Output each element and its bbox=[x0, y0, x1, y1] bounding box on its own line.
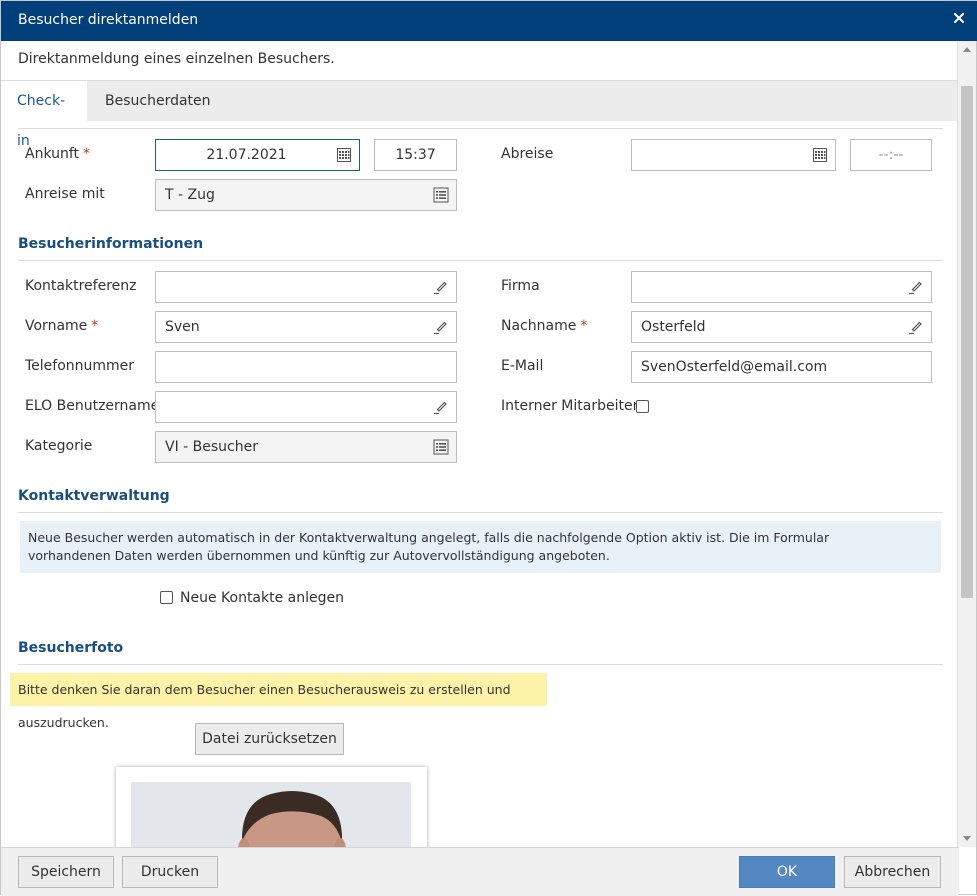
visitor-photo-image bbox=[131, 782, 411, 847]
dialog-subtitle: Direktanmeldung eines einzelnen Besucher… bbox=[18, 51, 335, 67]
contact-ref-field[interactable] bbox=[155, 271, 457, 303]
company-field[interactable] bbox=[631, 271, 932, 303]
departure-time-field[interactable]: --:-- bbox=[850, 139, 932, 171]
visitor-photo[interactable] bbox=[131, 782, 411, 847]
pencil-icon[interactable] bbox=[433, 279, 449, 295]
calendar-icon[interactable] bbox=[812, 147, 828, 163]
visitor-checkin-dialog: Besucher direktanmelden Direktanmeldung … bbox=[0, 0, 977, 896]
badge-reminder-warning: Bitte denken Sie daran dem Besucher eine… bbox=[10, 673, 547, 730]
section-title-visitor-info: Besucherinformationen bbox=[18, 236, 204, 252]
pencil-icon[interactable] bbox=[908, 279, 924, 295]
create-contacts-label[interactable]: Neue Kontakte anlegen bbox=[180, 590, 344, 606]
email-label: E-Mail bbox=[501, 358, 544, 374]
tab-visitor-data[interactable]: Besucherdaten bbox=[89, 81, 227, 122]
scrollbar-thumb[interactable] bbox=[961, 86, 973, 598]
phone-label: Telefonnummer bbox=[25, 358, 135, 374]
travel-label: Anreise mit bbox=[25, 186, 105, 202]
lastname-label: Nachname * bbox=[501, 318, 588, 334]
reset-file-button[interactable]: Datei zurücksetzen bbox=[195, 723, 344, 755]
info-text-line: vorhandenen Daten werden übernommen und … bbox=[28, 548, 610, 563]
create-contacts-checkbox[interactable] bbox=[160, 591, 173, 604]
print-button[interactable]: Drucken bbox=[122, 856, 218, 888]
info-text-line: Neue Besucher werden automatisch in der … bbox=[28, 530, 830, 545]
travel-value: T - Zug bbox=[165, 187, 215, 203]
list-icon[interactable] bbox=[433, 439, 449, 455]
vertical-scrollbar[interactable] bbox=[957, 41, 976, 847]
firstname-field[interactable]: Sven bbox=[155, 311, 457, 343]
firstname-value: Sven bbox=[165, 319, 200, 335]
category-value: VI - Besucher bbox=[165, 439, 258, 455]
dialog-footer: Speichern Drucken OK Abbrechen bbox=[1, 847, 959, 896]
divider bbox=[18, 512, 943, 513]
scroll-down-icon[interactable] bbox=[963, 836, 971, 841]
form-content: Ankunft * 21.07.2021 15:37 Abreise --:--… bbox=[1, 121, 959, 847]
departure-time-placeholder: --:-- bbox=[878, 147, 904, 163]
pencil-icon[interactable] bbox=[908, 319, 924, 335]
travel-select[interactable]: T - Zug bbox=[155, 179, 457, 211]
section-title-contact-management: Kontaktverwaltung bbox=[18, 488, 170, 504]
departure-label: Abreise bbox=[501, 146, 554, 162]
arrival-time-value: 15:37 bbox=[395, 147, 436, 163]
dialog-titlebar: Besucher direktanmelden bbox=[1, 1, 977, 41]
scroll-up-icon[interactable] bbox=[963, 47, 971, 52]
ok-button[interactable]: OK bbox=[739, 856, 835, 888]
lastname-value: Osterfeld bbox=[641, 319, 706, 335]
visitor-photo-frame bbox=[116, 767, 427, 847]
elo-username-field[interactable] bbox=[155, 391, 457, 423]
divider bbox=[18, 128, 943, 129]
required-marker: * bbox=[91, 318, 99, 334]
required-marker: * bbox=[580, 318, 588, 334]
save-button[interactable]: Speichern bbox=[18, 856, 114, 888]
firstname-label: Vorname * bbox=[25, 318, 99, 334]
category-select[interactable]: VI - Besucher bbox=[155, 431, 457, 463]
arrival-date-field[interactable]: 21.07.2021 bbox=[155, 139, 360, 171]
list-icon[interactable] bbox=[433, 187, 449, 203]
divider bbox=[18, 260, 943, 261]
contact-ref-label: Kontaktreferenz bbox=[25, 278, 137, 294]
category-label: Kategorie bbox=[25, 438, 93, 454]
cancel-button[interactable]: Abbrechen bbox=[844, 856, 941, 888]
email-value: SvenOsterfeld@email.com bbox=[641, 359, 828, 375]
divider bbox=[18, 664, 943, 665]
company-label: Firma bbox=[501, 278, 540, 294]
required-marker: * bbox=[83, 146, 91, 162]
tab-bar: Check-in Besucherdaten bbox=[1, 80, 959, 149]
lastname-field[interactable]: Osterfeld bbox=[631, 311, 932, 343]
calendar-icon[interactable] bbox=[336, 147, 352, 163]
internal-employee-checkbox[interactable] bbox=[636, 400, 649, 413]
internal-employee-label: Interner Mitarbeiter bbox=[501, 398, 639, 414]
arrival-time-field[interactable]: 15:37 bbox=[374, 139, 457, 171]
section-title-visitor-photo: Besucherfoto bbox=[18, 640, 124, 656]
close-icon[interactable] bbox=[952, 11, 966, 25]
arrival-date-value: 21.07.2021 bbox=[206, 147, 287, 163]
contact-info-box: Neue Besucher werden automatisch in der … bbox=[20, 521, 941, 573]
phone-field[interactable] bbox=[155, 351, 457, 383]
arrival-label: Ankunft * bbox=[25, 146, 91, 162]
pencil-icon[interactable] bbox=[433, 319, 449, 335]
elo-username-label: ELO Benutzername bbox=[25, 398, 160, 414]
tab-check-in[interactable]: Check-in bbox=[1, 81, 87, 149]
departure-date-field[interactable] bbox=[631, 139, 836, 171]
email-field[interactable]: SvenOsterfeld@email.com bbox=[631, 351, 932, 383]
dialog-title: Besucher direktanmelden bbox=[18, 12, 199, 28]
pencil-icon[interactable] bbox=[433, 399, 449, 415]
